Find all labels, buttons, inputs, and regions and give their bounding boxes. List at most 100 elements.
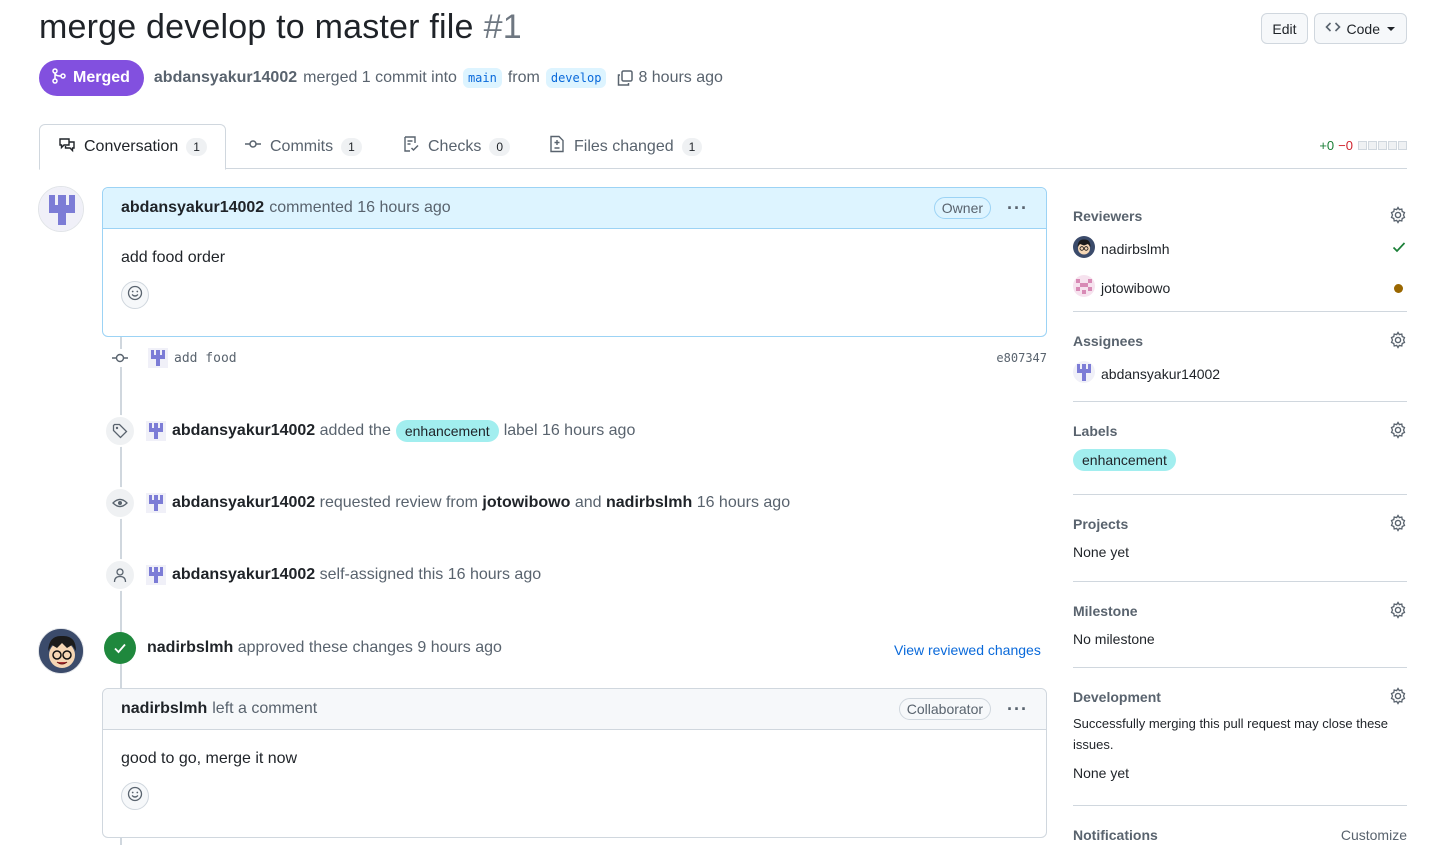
diffstat: +0 −0 bbox=[1319, 138, 1407, 153]
kebab-menu-icon[interactable]: ··· bbox=[1007, 198, 1028, 219]
tab-conversation[interactable]: Conversation 1 bbox=[39, 124, 226, 170]
git-merge-icon bbox=[51, 67, 67, 89]
reviewer-name[interactable]: jotowibowo bbox=[1101, 280, 1170, 296]
label-enhancement[interactable]: enhancement bbox=[395, 420, 499, 442]
copy-icon[interactable] bbox=[616, 69, 634, 87]
comment-author-link[interactable]: nadirbslmh bbox=[121, 700, 207, 718]
pr-tabs: Conversation 1 Commits 1 Checks 0 Files … bbox=[39, 124, 1407, 170]
tab-commits[interactable]: Commits 1 bbox=[226, 124, 380, 169]
gear-icon[interactable] bbox=[1389, 514, 1407, 535]
sidebar-labels: Labels enhancement bbox=[1073, 421, 1407, 495]
diffstat-deletions: −0 bbox=[1338, 138, 1353, 153]
event-actor-link[interactable]: abdansyakur14002 bbox=[172, 566, 315, 584]
pr-meta: Merged abdansyakur14002 merged 1 commit … bbox=[39, 60, 723, 96]
pr-title-text: merge develop to master file bbox=[39, 8, 474, 46]
reviewer-link-nadirbslmh[interactable]: nadirbslmh bbox=[606, 494, 692, 512]
projects-value: None yet bbox=[1073, 544, 1130, 560]
base-branch[interactable]: main bbox=[462, 68, 502, 88]
file-diff-icon bbox=[548, 135, 566, 158]
pending-dot-icon bbox=[1394, 280, 1407, 296]
label-enhancement[interactable]: enhancement bbox=[1073, 449, 1176, 471]
tab-files-changed[interactable]: Files changed 1 bbox=[530, 124, 720, 169]
kebab-menu-icon[interactable]: ··· bbox=[1007, 699, 1028, 720]
comment-meta[interactable]: commented 16 hours ago bbox=[269, 199, 450, 217]
pr-title: merge develop to master file #1 bbox=[39, 8, 522, 47]
event-text: added the bbox=[319, 422, 391, 439]
add-reaction-button[interactable] bbox=[121, 281, 149, 309]
comment-owner: abdansyakur14002 commented 16 hours ago … bbox=[102, 187, 1047, 337]
comment-header: abdansyakur14002 commented 16 hours ago … bbox=[103, 188, 1046, 229]
tab-commits-count: 1 bbox=[341, 137, 362, 156]
check-icon bbox=[1391, 239, 1407, 258]
assign-event: abdansyakur14002 self-assigned this 16 h… bbox=[104, 559, 541, 591]
from-text: from bbox=[507, 69, 540, 86]
sidebar-notifications-title: Notifications bbox=[1073, 827, 1158, 843]
sidebar-projects-title[interactable]: Projects bbox=[1073, 516, 1407, 532]
assignee-row[interactable]: abdansyakur14002 bbox=[1073, 361, 1407, 386]
view-reviewed-changes-link[interactable]: View reviewed changes bbox=[894, 642, 1041, 658]
code-button-label: Code bbox=[1346, 20, 1380, 37]
eye-icon bbox=[104, 487, 136, 519]
event-actor-link[interactable]: abdansyakur14002 bbox=[172, 494, 315, 512]
customize-notifications-link[interactable]: Customize bbox=[1341, 827, 1407, 843]
sidebar-reviewers-title[interactable]: Reviewers bbox=[1073, 208, 1407, 224]
assignee-name[interactable]: abdansyakur14002 bbox=[1101, 366, 1220, 382]
comment-meta: left a comment bbox=[212, 700, 318, 717]
head-branch[interactable]: develop bbox=[545, 68, 607, 88]
tab-conversation-count: 1 bbox=[186, 138, 207, 156]
avatar-abdansyakur14002[interactable] bbox=[38, 186, 84, 232]
event-text: requested review from bbox=[319, 494, 478, 511]
edit-button[interactable]: Edit bbox=[1261, 13, 1308, 44]
tab-commits-label: Commits bbox=[270, 137, 334, 155]
sidebar-milestone: Milestone No milestone bbox=[1073, 601, 1407, 668]
gear-icon[interactable] bbox=[1389, 421, 1407, 442]
actor-avatar[interactable] bbox=[146, 493, 166, 513]
reviewer-row[interactable]: nadirbslmh bbox=[1073, 236, 1407, 261]
reviewer-name[interactable]: nadirbslmh bbox=[1101, 241, 1169, 257]
sidebar-milestone-title[interactable]: Milestone bbox=[1073, 603, 1407, 619]
event-time: 16 hours ago bbox=[696, 494, 791, 511]
code-button[interactable]: Code bbox=[1313, 13, 1407, 44]
person-icon bbox=[104, 559, 136, 591]
tag-icon bbox=[104, 415, 136, 447]
sidebar-notifications: Notifications Customize bbox=[1073, 827, 1407, 843]
merged-state-label: Merged bbox=[73, 69, 130, 86]
merge-time: 8 hours ago bbox=[638, 69, 723, 86]
avatar bbox=[1073, 236, 1095, 261]
header-actions: Edit Code bbox=[1261, 13, 1407, 44]
avatar-nadirbslmh[interactable] bbox=[38, 628, 84, 674]
diffstat-bar bbox=[1357, 138, 1407, 153]
avatar bbox=[1073, 275, 1095, 300]
development-value: None yet bbox=[1073, 765, 1130, 781]
comment-collaborator: nadirbslmh left a comment Collaborator ·… bbox=[102, 688, 1047, 838]
sidebar-assignees: Assignees abdansyakur14002 bbox=[1073, 331, 1407, 402]
pr-author-link[interactable]: abdansyakur14002 bbox=[154, 69, 297, 87]
reviewer-link-jotowibowo[interactable]: jotowibowo bbox=[482, 494, 570, 512]
edit-button-label: Edit bbox=[1272, 20, 1297, 37]
pr-action-text: merged 1 commit into bbox=[303, 69, 457, 86]
tab-conversation-label: Conversation bbox=[84, 138, 179, 155]
sidebar-development-title[interactable]: Development bbox=[1073, 689, 1407, 705]
sidebar-assignees-title[interactable]: Assignees bbox=[1073, 333, 1407, 349]
gear-icon[interactable] bbox=[1389, 687, 1407, 708]
sidebar-labels-title[interactable]: Labels bbox=[1073, 423, 1407, 439]
tab-checks[interactable]: Checks 0 bbox=[384, 124, 528, 169]
actor-avatar[interactable] bbox=[146, 565, 166, 585]
reviewer-row[interactable]: jotowibowo bbox=[1073, 275, 1407, 300]
gear-icon[interactable] bbox=[1389, 601, 1407, 622]
tab-files-changed-label: Files changed bbox=[574, 137, 674, 155]
comment-author-link[interactable]: abdansyakur14002 bbox=[121, 199, 264, 217]
gear-icon[interactable] bbox=[1389, 331, 1407, 352]
add-reaction-button[interactable] bbox=[121, 782, 149, 810]
commit-message-link[interactable]: add food bbox=[174, 351, 237, 366]
tab-files-changed-count: 1 bbox=[681, 137, 703, 156]
event-actor-link[interactable]: abdansyakur14002 bbox=[172, 422, 315, 440]
actor-avatar[interactable] bbox=[146, 421, 166, 441]
commit-author-avatar[interactable] bbox=[148, 348, 168, 368]
approver-link[interactable]: nadirbslmh bbox=[147, 639, 233, 657]
commit-sha-link[interactable]: e807347 bbox=[996, 351, 1047, 365]
gear-icon[interactable] bbox=[1389, 206, 1407, 227]
merged-state-badge: Merged bbox=[39, 60, 144, 96]
development-note: Successfully merging this pull request m… bbox=[1073, 716, 1389, 752]
sidebar-reviewers: Reviewers nadirbslmh jotowibowo bbox=[1073, 206, 1407, 312]
